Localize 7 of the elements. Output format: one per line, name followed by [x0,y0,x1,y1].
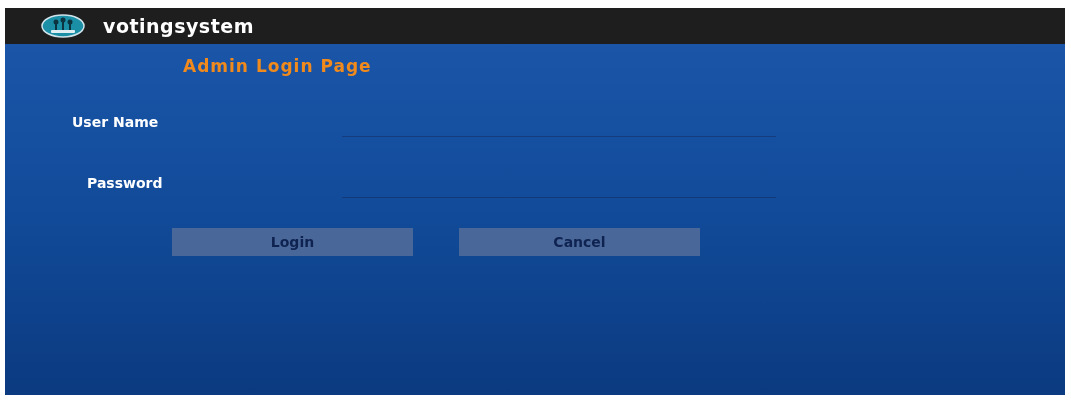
app-title: votingsystem [103,15,254,37]
field-label: User Name [72,113,160,130]
page-heading: Admin Login Page [183,56,373,76]
action-button[interactable]: Login [172,228,413,256]
field-label: Password [87,174,164,191]
action-button[interactable]: Cancel [459,228,700,256]
app-logo-icon [41,14,85,38]
